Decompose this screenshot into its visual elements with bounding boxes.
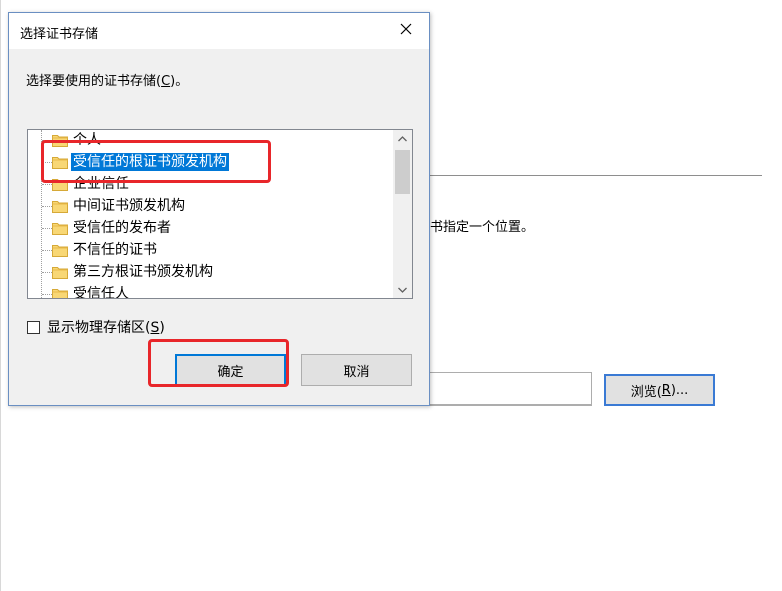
folder-icon <box>52 287 68 298</box>
browse-button-label-post: )... <box>670 382 689 398</box>
tree-item-third-party-root[interactable]: 第三方根证书颁发机构 <box>28 261 393 283</box>
cancel-button[interactable]: 取消 <box>301 354 412 386</box>
annotation-highlight-ok-button <box>148 339 289 387</box>
close-icon <box>400 23 412 39</box>
tree-item-intermediate-ca[interactable]: 中间证书颁发机构 <box>28 195 393 217</box>
wizard-separator <box>430 175 762 176</box>
cancel-button-label: 取消 <box>343 364 370 380</box>
chevron-up-icon <box>398 131 407 146</box>
scroll-down-button[interactable] <box>393 281 412 298</box>
show-physical-stores-row[interactable]: 显示物理存储区(S) <box>27 318 165 336</box>
store-prompt: 选择要使用的证书存储(C)。 <box>26 70 188 89</box>
tree-item-label: 受信任的发布者 <box>73 220 171 236</box>
tree-item-label: 第三方根证书颁发机构 <box>73 264 213 280</box>
wizard-left-border <box>0 0 1 591</box>
folder-icon <box>52 199 68 217</box>
show-physical-stores-label-post: ) <box>159 320 165 336</box>
tree-item-trusted-people[interactable]: 受信任人 <box>28 283 393 298</box>
scroll-thumb[interactable] <box>395 150 410 194</box>
close-button[interactable] <box>383 13 429 49</box>
show-physical-stores-label-pre: 显示物理存储区( <box>47 320 151 336</box>
folder-icon <box>52 221 68 239</box>
annotation-highlight-trusted-root <box>41 140 271 183</box>
wizard-instruction-text: 书指定一个位置。 <box>430 220 535 235</box>
tree-item-label: 受信任人 <box>73 286 129 298</box>
show-physical-stores-checkbox[interactable] <box>27 320 40 334</box>
store-prompt-pre: 选择要使用的证书存储( <box>26 74 162 89</box>
folder-icon <box>52 265 68 283</box>
scroll-up-button[interactable] <box>393 130 412 147</box>
browse-button[interactable]: 浏览(R)... <box>604 374 715 406</box>
browse-button-label-pre: 浏览( <box>630 384 662 400</box>
wizard-path-input[interactable] <box>430 372 592 405</box>
store-prompt-post: )。 <box>170 74 189 89</box>
chevron-down-icon <box>398 282 407 297</box>
tree-scrollbar[interactable] <box>393 130 412 298</box>
tree-item-untrusted[interactable]: 不信任的证书 <box>28 239 393 261</box>
folder-icon <box>52 243 68 261</box>
dialog-title: 选择证书存储 <box>20 27 99 42</box>
store-prompt-mnemonic: C <box>161 74 171 89</box>
dialog-titlebar: 选择证书存储 <box>9 13 429 49</box>
browse-button-mnemonic: R <box>661 382 671 398</box>
tree-item-label: 中间证书颁发机构 <box>73 198 185 214</box>
show-physical-stores-label: 显示物理存储区(S) <box>47 317 165 337</box>
tree-item-trusted-publishers[interactable]: 受信任的发布者 <box>28 217 393 239</box>
tree-item-label: 不信任的证书 <box>73 242 157 258</box>
